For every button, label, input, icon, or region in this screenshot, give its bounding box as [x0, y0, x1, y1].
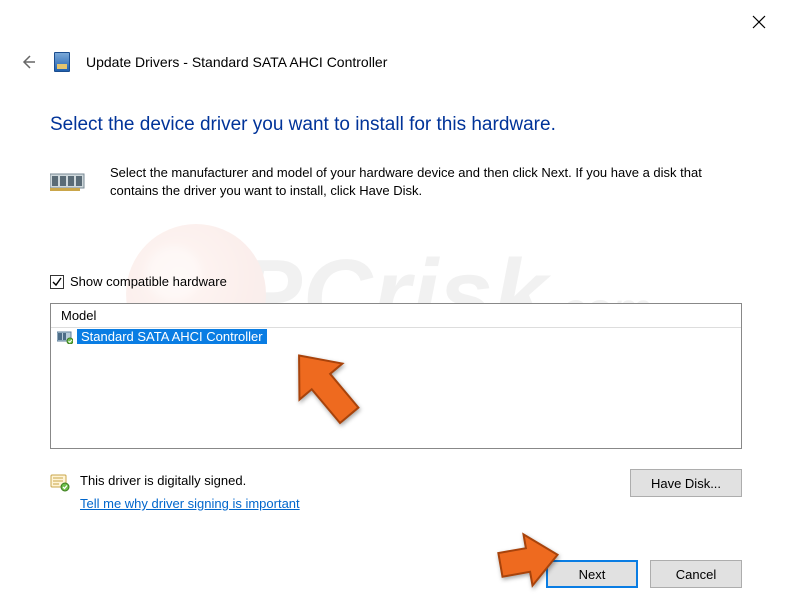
back-arrow-icon[interactable]: [18, 52, 38, 72]
instruction-text: Select the manufacturer and model of you…: [110, 164, 742, 200]
checkbox-label: Show compatible hardware: [70, 274, 227, 289]
close-icon[interactable]: [742, 8, 776, 36]
show-compatible-checkbox[interactable]: Show compatible hardware: [50, 274, 227, 289]
have-disk-button[interactable]: Have Disk...: [630, 469, 742, 497]
dialog-header: Update Drivers - Standard SATA AHCI Cont…: [18, 52, 772, 72]
device-chip-icon: [54, 52, 70, 72]
instruction-row: Select the manufacturer and model of you…: [50, 164, 742, 200]
dialog-title: Update Drivers - Standard SATA AHCI Cont…: [86, 54, 387, 70]
pci-card-icon: [50, 168, 90, 198]
next-button[interactable]: Next: [546, 560, 638, 588]
certificate-icon: [50, 473, 70, 493]
model-list[interactable]: Model Standard SATA AHCI Controller: [50, 303, 742, 449]
page-heading: Select the device driver you want to ins…: [50, 114, 556, 136]
cancel-button[interactable]: Cancel: [650, 560, 742, 588]
checkbox-icon[interactable]: [50, 275, 64, 289]
update-drivers-dialog: Update Drivers - Standard SATA AHCI Cont…: [0, 0, 790, 608]
signature-text: This driver is digitally signed.: [80, 473, 300, 488]
signing-info-link[interactable]: Tell me why driver signing is important: [80, 496, 300, 511]
model-column-header[interactable]: Model: [51, 304, 741, 328]
list-item-label: Standard SATA AHCI Controller: [77, 329, 267, 344]
driver-item-icon: [57, 330, 73, 344]
list-item[interactable]: Standard SATA AHCI Controller: [51, 328, 741, 345]
